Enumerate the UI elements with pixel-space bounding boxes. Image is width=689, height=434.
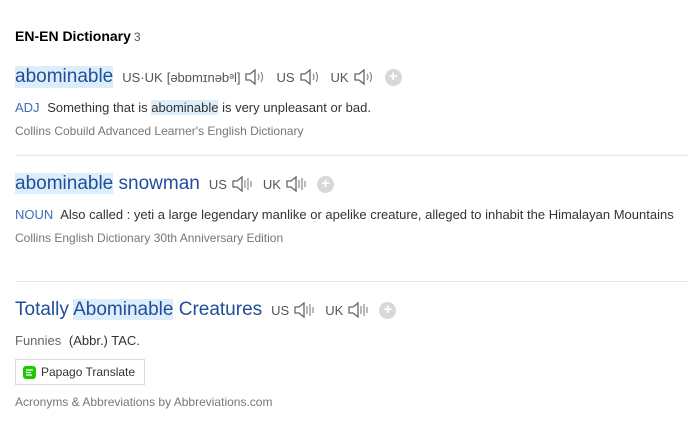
source-label: Collins English Dictionary 30th Annivers… xyxy=(15,231,284,245)
entry-totally-abominable-creatures: Totally Abominable Creatures US UK + Fun… xyxy=(15,297,689,409)
headword-link[interactable]: Totally Abominable Creatures xyxy=(15,299,262,321)
headword-highlight: abominable xyxy=(15,173,114,194)
papago-translate-button[interactable]: Papago Translate xyxy=(15,359,146,385)
papago-translate-label: Papago Translate xyxy=(41,365,136,379)
speaker-icon[interactable] xyxy=(293,300,315,320)
definition-text: Also called : yeti a large legendary man… xyxy=(60,207,674,222)
uk-label: UK xyxy=(330,69,349,85)
headword-part3: Creatures xyxy=(173,299,263,320)
speaker-icon[interactable] xyxy=(353,67,375,87)
result-count: 3 xyxy=(133,30,141,44)
plus-circle-icon[interactable]: + xyxy=(384,68,402,86)
divider xyxy=(15,281,689,282)
part-of-speech: Funnies xyxy=(15,333,62,348)
us-label: US xyxy=(271,302,290,318)
definition-text: Something that is abominable is very unp… xyxy=(47,100,371,115)
entry-abominable-snowman: abominable snowman US UK + NOUN Also cal… xyxy=(15,171,689,245)
papago-logo-icon xyxy=(23,365,36,379)
headword-rest: snowman xyxy=(113,173,200,194)
entry-abominable: abominable US·UK [əbɒmɪnəbᵊl] US UK + AD… xyxy=(15,64,689,138)
plus-circle-icon[interactable]: + xyxy=(316,175,334,193)
uk-label: UK xyxy=(325,302,344,318)
section-title-text: EN-EN Dictionary xyxy=(15,28,131,44)
us-label: US xyxy=(208,176,227,192)
section-title: EN-EN Dictionary 3 xyxy=(15,28,141,44)
speaker-icon[interactable] xyxy=(231,174,253,194)
speaker-icon[interactable] xyxy=(299,67,321,87)
source-label: Acronyms & Abbreviations by Abbreviation… xyxy=(15,395,273,409)
speaker-icon[interactable] xyxy=(244,67,266,87)
headword-link[interactable]: abominable snowman xyxy=(15,173,200,195)
plus-circle-icon[interactable]: + xyxy=(379,301,397,319)
headword-link[interactable]: abominable xyxy=(15,66,114,88)
uk-label: UK xyxy=(262,176,281,192)
pron-label: US·UK xyxy=(122,69,163,85)
divider xyxy=(15,155,689,156)
source-label: Collins Cobuild Advanced Learner's Engli… xyxy=(15,124,304,138)
definition-highlight: abominable xyxy=(151,100,219,115)
definition-before: Something that is xyxy=(47,100,152,115)
definition-after: is very unpleasant or bad. xyxy=(218,100,371,115)
speaker-icon[interactable] xyxy=(347,300,369,320)
definition-text: (Abbr.) TAC. xyxy=(68,333,140,348)
part-of-speech: ADJ xyxy=(15,100,40,115)
headword-highlight: Abominable xyxy=(73,299,174,320)
headword-part1: Totally xyxy=(15,299,74,320)
part-of-speech: NOUN xyxy=(15,207,54,222)
speaker-icon[interactable] xyxy=(285,174,307,194)
pron-ipa: [əbɒmɪnəbᵊl] xyxy=(166,69,241,85)
us-label: US xyxy=(276,69,295,85)
